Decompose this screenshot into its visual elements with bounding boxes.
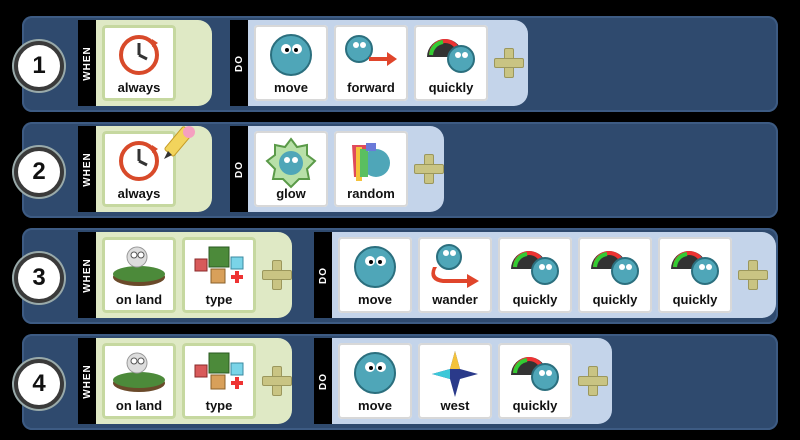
rule-row-4[interactable]: 4 WHEN on land type DO move west quickly xyxy=(14,334,778,430)
do-section[interactable]: DO glow random xyxy=(230,126,444,212)
tile-on-land[interactable]: on land xyxy=(102,343,176,419)
compass-west-icon xyxy=(432,351,478,397)
type-blocks-icon xyxy=(194,246,244,284)
tile-always[interactable]: always xyxy=(102,126,195,207)
tile-random[interactable]: random xyxy=(334,131,408,207)
glow-icon xyxy=(265,137,317,189)
when-bar: WHEN xyxy=(78,232,96,318)
rule-row-3[interactable]: 3 WHEN on land type DO move wander quick… xyxy=(14,228,778,324)
row-number-badge[interactable]: 1 xyxy=(14,41,64,91)
rule-row-2[interactable]: 2 WHEN always DO glow random xyxy=(14,122,778,218)
do-section[interactable]: DO move wander quickly quickly quickly xyxy=(314,232,776,318)
speedometer-icon xyxy=(427,39,475,73)
when-section[interactable]: WHEN always xyxy=(78,20,212,106)
clock-icon xyxy=(119,35,159,75)
tile-move[interactable]: move xyxy=(338,237,412,313)
on-land-icon xyxy=(113,352,165,392)
tile-move[interactable]: move xyxy=(338,343,412,419)
tile-move[interactable]: move xyxy=(254,25,328,101)
tile-type[interactable]: type xyxy=(182,343,256,419)
row-number-badge[interactable]: 4 xyxy=(14,359,64,409)
when-section[interactable]: WHEN on land type xyxy=(78,232,292,318)
do-bar: DO xyxy=(314,338,332,424)
tile-quickly[interactable]: quickly xyxy=(578,237,652,313)
when-bar: WHEN xyxy=(78,338,96,424)
type-blocks-icon xyxy=(194,352,244,390)
tile-quickly[interactable]: quickly xyxy=(498,237,572,313)
tile-type[interactable]: type xyxy=(182,237,256,313)
wander-arrow-icon xyxy=(431,244,479,288)
when-section[interactable]: WHEN on land type xyxy=(78,338,292,424)
add-action-button[interactable] xyxy=(738,260,768,290)
do-section[interactable]: DO move forward quickly xyxy=(230,20,528,106)
paint-random-icon xyxy=(352,143,390,181)
do-bar: DO xyxy=(230,20,248,106)
add-action-button[interactable] xyxy=(578,366,608,396)
rule-row-1[interactable]: 1 WHEN always DO move forward quickly xyxy=(14,16,778,112)
row-number-badge[interactable]: 2 xyxy=(14,147,64,197)
tile-wander[interactable]: wander xyxy=(418,237,492,313)
when-section[interactable]: WHEN always xyxy=(78,126,212,212)
add-condition-button[interactable] xyxy=(262,366,292,396)
add-condition-button[interactable] xyxy=(262,260,292,290)
row-number-badge[interactable]: 3 xyxy=(14,253,64,303)
on-land-icon xyxy=(113,246,165,286)
tile-west[interactable]: west xyxy=(418,343,492,419)
pencil-edit-icon[interactable] xyxy=(156,123,200,167)
tile-quickly[interactable]: quickly xyxy=(498,343,572,419)
move-creature-icon xyxy=(354,246,396,288)
tile-always[interactable]: always xyxy=(102,25,176,101)
when-bar: WHEN xyxy=(78,20,96,106)
forward-arrow-icon xyxy=(345,35,397,66)
tile-forward[interactable]: forward xyxy=(334,25,408,101)
do-section[interactable]: DO move west quickly xyxy=(314,338,612,424)
do-bar: DO xyxy=(314,232,332,318)
speedometer-icon xyxy=(671,251,719,285)
move-creature-icon xyxy=(354,352,396,394)
tile-glow[interactable]: glow xyxy=(254,131,328,207)
speedometer-icon xyxy=(511,357,559,391)
add-action-button[interactable] xyxy=(494,48,524,78)
add-action-button[interactable] xyxy=(414,154,444,184)
tile-quickly[interactable]: quickly xyxy=(414,25,488,101)
speedometer-icon xyxy=(511,251,559,285)
speedometer-icon xyxy=(591,251,639,285)
when-bar: WHEN xyxy=(78,126,96,212)
tile-quickly[interactable]: quickly xyxy=(658,237,732,313)
tile-on-land[interactable]: on land xyxy=(102,237,176,313)
do-bar: DO xyxy=(230,126,248,212)
move-creature-icon xyxy=(270,34,312,76)
